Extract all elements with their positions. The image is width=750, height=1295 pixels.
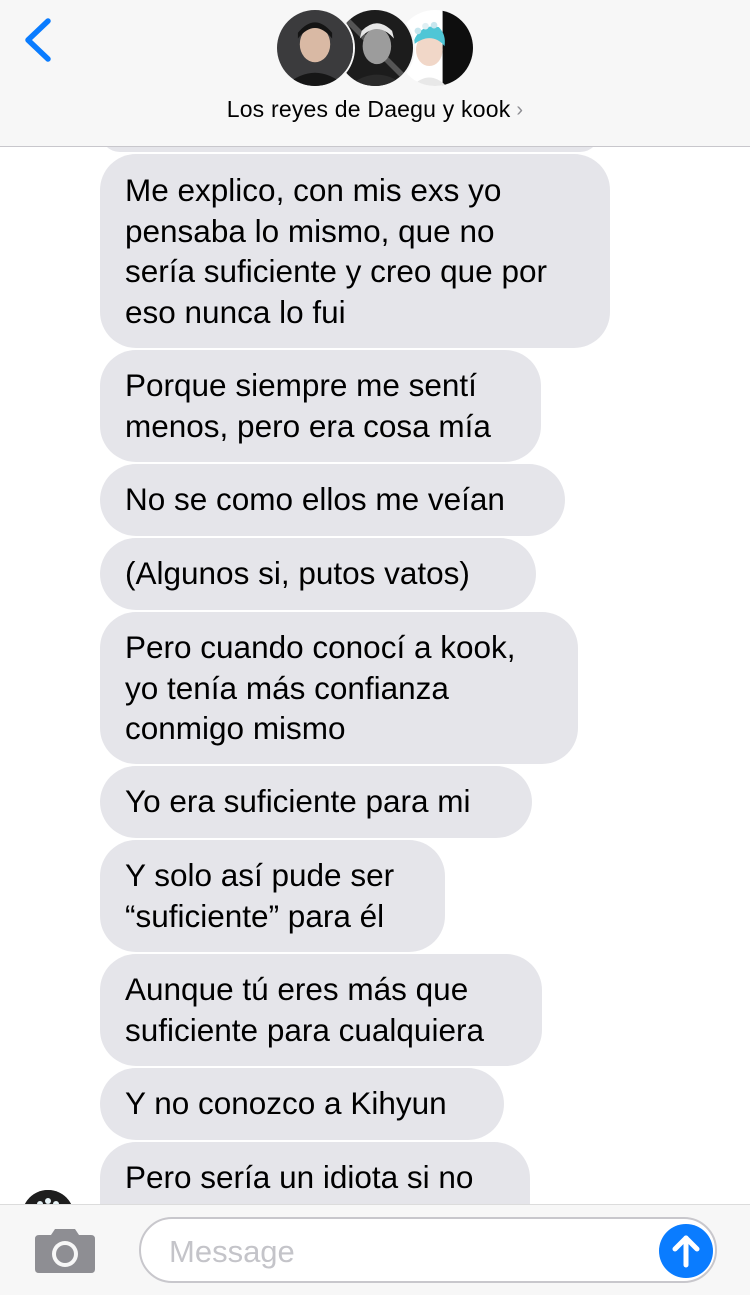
chevron-right-icon: › bbox=[516, 99, 524, 121]
message-bubble: Me explico, con mis exs yo pensaba lo mi… bbox=[100, 154, 610, 348]
group-avatars[interactable] bbox=[275, 8, 475, 90]
sender-avatar[interactable] bbox=[22, 1190, 74, 1204]
avatar bbox=[275, 8, 355, 88]
send-button[interactable] bbox=[659, 1224, 713, 1278]
message-bubble: Pero cuando conocí a kook, yo tenía más … bbox=[100, 612, 578, 764]
message-text: suficiente para cualquiera bbox=[125, 1011, 484, 1048]
message-text: Yo era suficiente para mi bbox=[125, 783, 471, 819]
message-text: sería suficiente y creo que por bbox=[125, 253, 547, 289]
message-text: (Algunos si, putos vatos) bbox=[125, 555, 470, 591]
message-bubble: (Algunos si, putos vatos) bbox=[100, 538, 536, 610]
message-bubble: Pero sería un idiota si no bbox=[100, 1142, 530, 1204]
message-bubble: Y solo así pude ser “suficiente” para él bbox=[100, 840, 445, 952]
message-text: Y no conozco a Kihyun bbox=[125, 1085, 447, 1121]
message-text: Me explico, con mis exs yo bbox=[125, 172, 502, 208]
message-text: Y solo así pude ser bbox=[125, 857, 395, 893]
message-text: Pero sería un idiota si no bbox=[125, 1159, 474, 1195]
back-button[interactable] bbox=[18, 16, 62, 66]
message-text: menos, pero era cosa mía bbox=[125, 407, 491, 444]
conversation-header: Los reyes de Daegu y kook › bbox=[0, 0, 750, 147]
camera-icon bbox=[35, 1229, 95, 1273]
message-bubble: Y no conozco a Kihyun bbox=[100, 1068, 504, 1140]
message-input[interactable] bbox=[167, 1229, 641, 1275]
message-bubble: Yo era suficiente para mi bbox=[100, 766, 532, 838]
message-text: No se como ellos me veían bbox=[125, 481, 505, 517]
message-text: eso nunca lo fui bbox=[125, 293, 346, 330]
message-text: pensaba lo mismo, que no bbox=[125, 212, 495, 249]
chevron-left-icon bbox=[25, 18, 51, 62]
arrow-up-icon bbox=[672, 1235, 700, 1268]
message-text: “suficiente” para él bbox=[125, 897, 385, 934]
message-text: yo tenía más confianza bbox=[125, 669, 449, 706]
message-text: conmigo mismo bbox=[125, 710, 346, 746]
message-thread[interactable]: Me explico, con mis exs yo pensaba lo mi… bbox=[0, 0, 750, 1204]
message-bubble: No se como ellos me veían bbox=[100, 464, 565, 536]
message-text: Aunque tú eres más que bbox=[125, 971, 469, 1007]
message-field[interactable] bbox=[139, 1217, 717, 1283]
group-name: Los reyes de Daegu y kook bbox=[226, 96, 511, 122]
camera-button[interactable] bbox=[33, 1225, 97, 1275]
message-bubble: Aunque tú eres más que suficiente para c… bbox=[100, 954, 542, 1066]
message-bubble: Porque siempre me sentí menos, pero era … bbox=[100, 350, 541, 462]
conversation-title[interactable]: Los reyes de Daegu y kook › bbox=[0, 96, 750, 126]
compose-bar bbox=[0, 1204, 750, 1295]
message-text: Pero cuando conocí a kook, bbox=[125, 629, 516, 665]
message-text: Porque siempre me sentí bbox=[125, 367, 477, 403]
